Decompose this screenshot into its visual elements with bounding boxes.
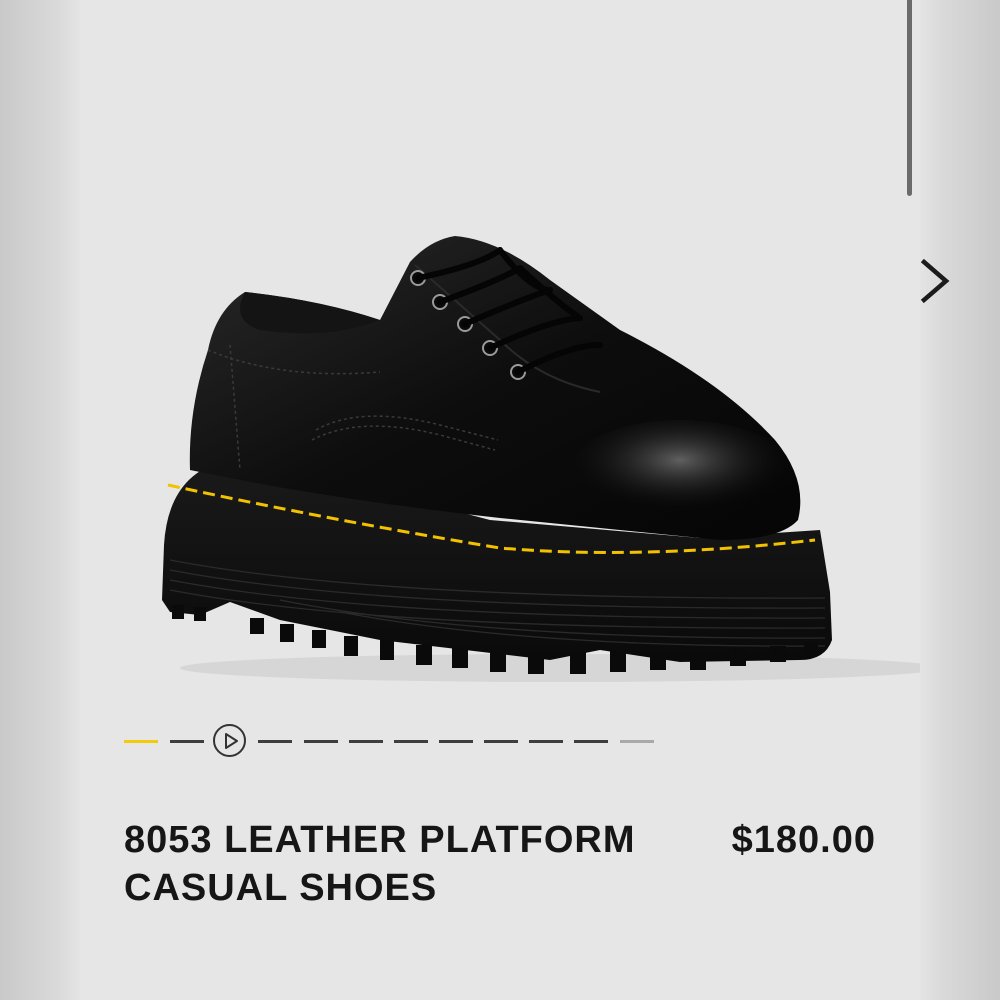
product-title: 8053 LEATHER PLATFORM CASUAL SHOES [124, 819, 636, 909]
play-icon [225, 733, 238, 749]
shoe-illustration [162, 236, 920, 682]
slide-indicator[interactable] [394, 740, 428, 743]
product-image[interactable] [80, 0, 950, 800]
chevron-right-icon [920, 258, 950, 304]
slide-indicator[interactable] [529, 740, 563, 743]
product-price: $180.00 [731, 819, 876, 861]
slide-indicator[interactable] [620, 740, 654, 743]
slide-indicator[interactable] [484, 740, 518, 743]
slide-indicator[interactable] [439, 740, 473, 743]
slide-indicator[interactable] [349, 740, 383, 743]
image-carousel-indicator [124, 724, 664, 760]
next-image-button[interactable] [916, 256, 960, 306]
slide-indicator[interactable] [574, 740, 608, 743]
slide-indicator[interactable] [170, 740, 204, 743]
right-edge [920, 0, 1000, 1000]
left-edge [0, 0, 80, 1000]
video-slide-button[interactable] [213, 724, 246, 757]
slide-indicator-active[interactable] [124, 740, 158, 743]
scrollbar-thumb[interactable] [907, 0, 912, 196]
slide-indicator[interactable] [258, 740, 292, 743]
slide-indicator[interactable] [304, 740, 338, 743]
